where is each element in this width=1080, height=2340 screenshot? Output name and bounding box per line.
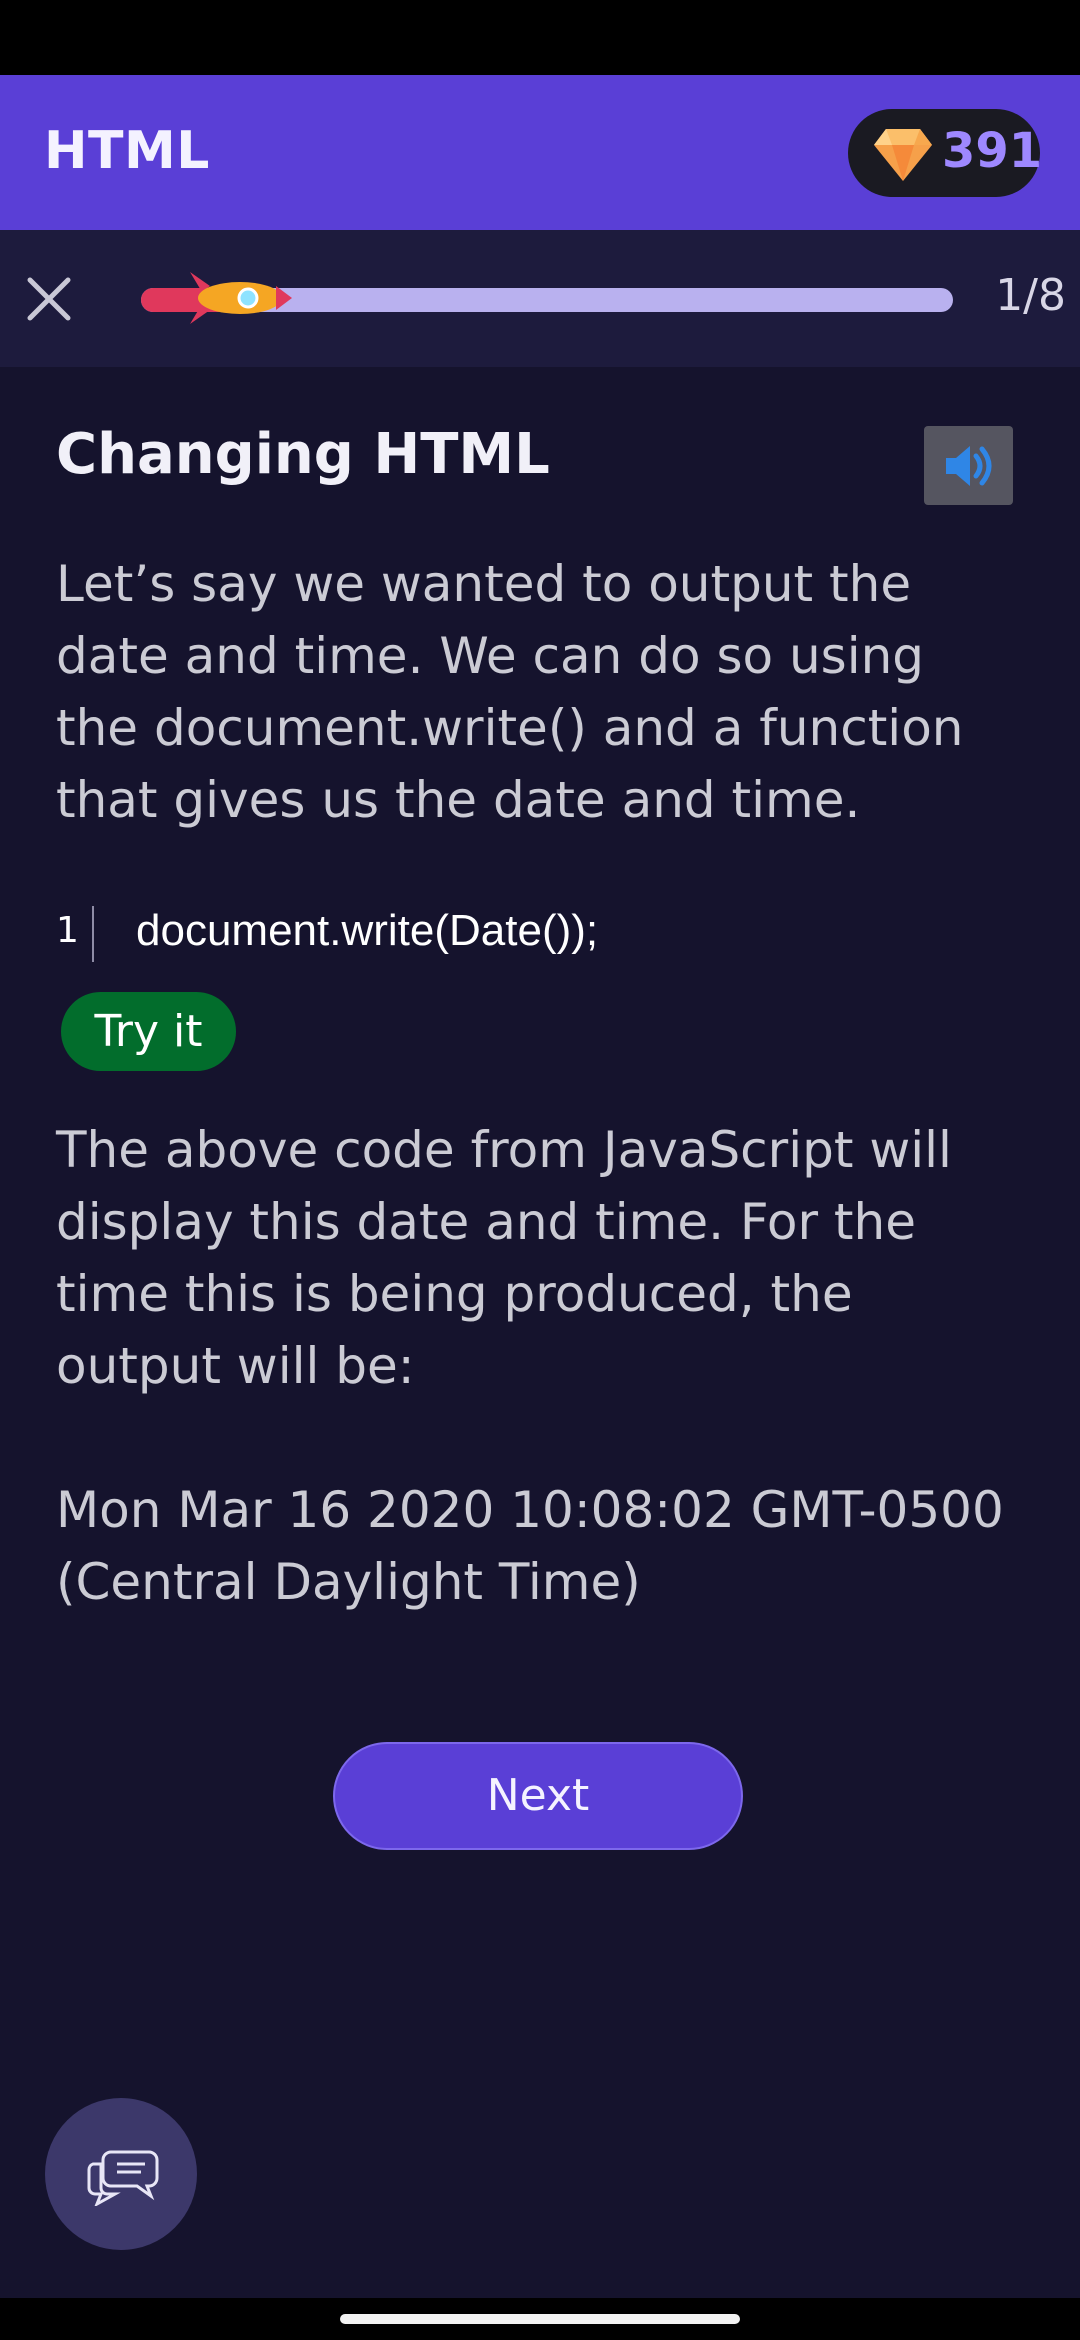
lesson-explanation-text: The above code from JavaScript will disp… [56, 1121, 952, 1395]
app-title: HTML [44, 121, 210, 181]
progress-step: 1/8 [995, 270, 1066, 321]
speaker-icon [946, 446, 992, 486]
try-it-button[interactable]: Try it [61, 992, 236, 1071]
gems-counter[interactable]: 391 [848, 109, 1043, 197]
home-indicator[interactable] [340, 2314, 740, 2324]
lesson-output-text: Mon Mar 16 2020 10:08:02 GMT-0500 (Centr… [56, 1481, 1004, 1611]
lesson-progress-row: 1/8 [0, 230, 1080, 367]
gem-count: 391 [942, 123, 1043, 179]
audio-button[interactable] [924, 426, 1013, 505]
code-gutter-divider [92, 906, 94, 962]
gem-icon [874, 129, 932, 181]
chat-bubbles-icon [87, 2150, 159, 2206]
close-icon[interactable] [22, 272, 76, 326]
lesson-title: Changing HTML [56, 422, 550, 487]
comments-button[interactable] [45, 2098, 197, 2250]
app-bar: HTML 391 [0, 75, 1080, 230]
status-bar [0, 0, 1080, 75]
next-button[interactable]: Next [333, 1742, 743, 1850]
code-line-number: 1 [56, 910, 79, 951]
code-text: document.write(Date()); [136, 906, 599, 955]
rocket-icon [190, 272, 292, 324]
lesson-intro-text: Let’s say we wanted to output the date a… [56, 555, 964, 829]
